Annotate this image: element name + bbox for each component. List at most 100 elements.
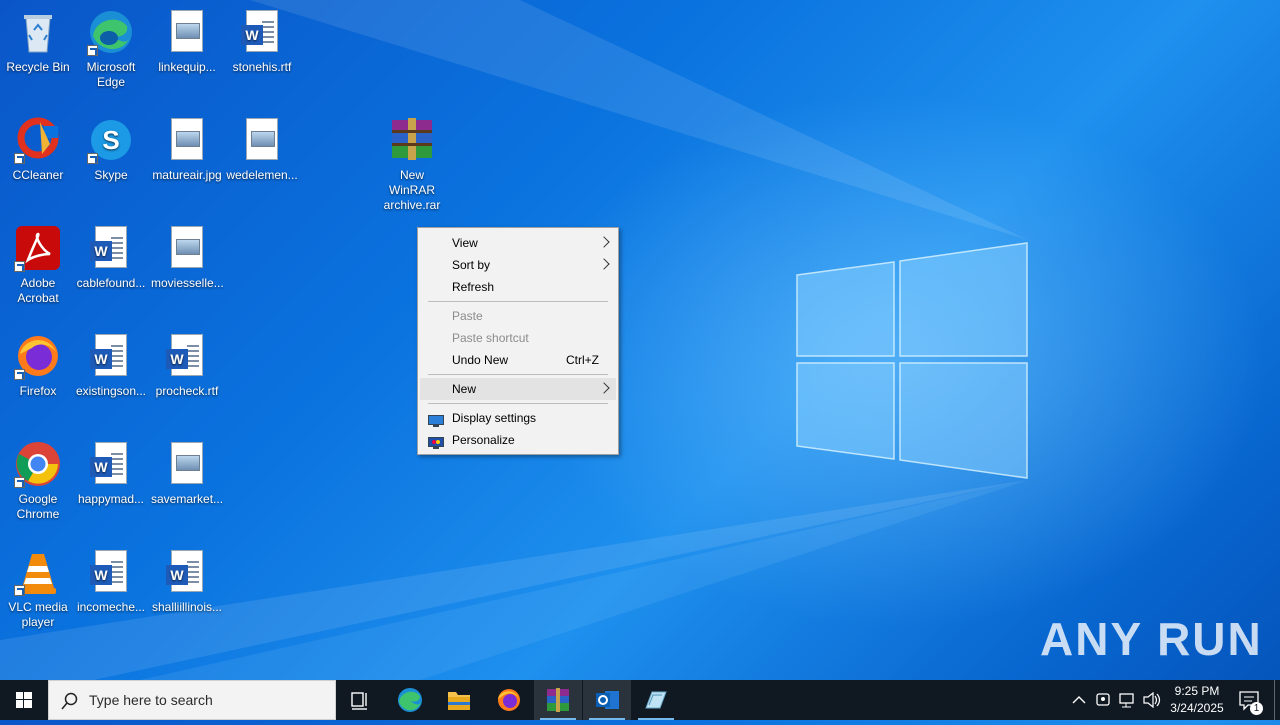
acrobat-icon bbox=[14, 224, 62, 272]
search-placeholder: Type here to search bbox=[89, 692, 213, 708]
desktop[interactable]: Recycle Bin CCleaner Adobe Acrobat Firef… bbox=[0, 0, 1280, 680]
start-button[interactable] bbox=[0, 680, 48, 720]
tray-app-button[interactable] bbox=[1092, 680, 1114, 720]
show-hidden-icons-button[interactable] bbox=[1068, 680, 1090, 720]
menu-item-undo-new[interactable]: Undo New Ctrl+Z bbox=[420, 349, 616, 371]
shortcut-arrow-icon bbox=[87, 45, 98, 56]
menu-item-sort-by[interactable]: Sort by bbox=[420, 254, 616, 276]
taskbar-firefox[interactable] bbox=[485, 680, 533, 720]
icon-label: linkequip... bbox=[158, 60, 216, 74]
taskbar-edge[interactable] bbox=[386, 680, 434, 720]
desktop-icon-adobe-acrobat[interactable]: Adobe Acrobat bbox=[0, 224, 76, 306]
desktop-icon-recycle-bin[interactable]: Recycle Bin bbox=[0, 8, 76, 75]
image-file-icon bbox=[163, 8, 211, 56]
desktop-icon-microsoft-edge[interactable]: Microsoft Edge bbox=[73, 8, 149, 90]
chevron-right-icon bbox=[598, 236, 610, 248]
network-icon bbox=[1119, 693, 1134, 708]
taskbar: Type here to search 9:25 PM 3/24/2025 1 bbox=[0, 680, 1280, 720]
desktop-icon-happymad[interactable]: W happymad... bbox=[73, 440, 149, 507]
volume-button[interactable] bbox=[1140, 680, 1162, 720]
vlc-icon bbox=[14, 548, 62, 596]
icon-label: Microsoft Edge bbox=[86, 60, 136, 89]
desktop-icon-ccleaner[interactable]: CCleaner bbox=[0, 116, 76, 183]
menu-separator bbox=[428, 301, 608, 302]
desktop-icon-incomeche[interactable]: W incomeche... bbox=[73, 548, 149, 615]
menu-item-label: Paste shortcut bbox=[452, 331, 529, 345]
taskbar-file-explorer[interactable] bbox=[435, 680, 483, 720]
personalize-icon bbox=[428, 434, 444, 449]
desktop-icon-savemarket[interactable]: savemarket... bbox=[149, 440, 225, 507]
word-document-icon: W bbox=[87, 332, 135, 380]
icon-label: stonehis.rtf bbox=[232, 60, 292, 74]
menu-item-paste: Paste bbox=[420, 305, 616, 327]
icon-label: wedelemen... bbox=[226, 168, 298, 182]
desktop-icon-procheck[interactable]: W procheck.rtf bbox=[149, 332, 225, 399]
shortcut-arrow-icon bbox=[14, 369, 25, 380]
chevron-right-icon bbox=[598, 382, 610, 394]
desktop-icon-skype[interactable]: S Skype bbox=[73, 116, 149, 183]
shortcut-arrow-icon bbox=[87, 153, 98, 164]
icon-label: shalliillinois... bbox=[151, 600, 223, 614]
image-file-icon bbox=[163, 440, 211, 488]
desktop-icon-wedelemen[interactable]: wedelemen... bbox=[224, 116, 300, 183]
ccleaner-icon bbox=[14, 116, 62, 164]
show-desktop-button[interactable] bbox=[1274, 680, 1280, 720]
menu-item-view[interactable]: View bbox=[420, 232, 616, 254]
taskbar-search-box[interactable]: Type here to search bbox=[48, 680, 336, 720]
taskbar-app[interactable] bbox=[632, 680, 680, 720]
menu-item-personalize[interactable]: Personalize bbox=[420, 429, 616, 451]
notification-icon bbox=[1239, 691, 1259, 711]
taskbar-winrar[interactable] bbox=[534, 680, 582, 720]
task-view-button[interactable] bbox=[336, 680, 384, 720]
icon-label: Adobe Acrobat bbox=[17, 276, 59, 305]
desktop-icon-firefox[interactable]: Firefox bbox=[0, 332, 76, 399]
shortcut-arrow-icon bbox=[14, 153, 25, 164]
word-document-icon: W bbox=[87, 224, 135, 272]
image-file-icon bbox=[238, 116, 286, 164]
winrar-icon bbox=[547, 688, 569, 712]
clock-time: 9:25 PM bbox=[1174, 684, 1220, 698]
svg-text:S: S bbox=[102, 125, 119, 155]
icon-label: happymad... bbox=[77, 492, 145, 506]
icon-label: Firefox bbox=[19, 384, 57, 398]
firefox-icon bbox=[498, 689, 520, 711]
windows-start-icon bbox=[16, 692, 32, 708]
desktop-icon-winrar-archive[interactable]: New WinRAR archive.rar bbox=[374, 116, 450, 213]
menu-item-shortcut: Ctrl+Z bbox=[566, 353, 599, 367]
desktop-icon-moviesselle[interactable]: moviesselle... bbox=[149, 224, 225, 291]
desktop-context-menu: View Sort by Refresh Paste Paste shortcu… bbox=[417, 227, 619, 455]
icon-label: New WinRAR archive.rar bbox=[383, 168, 441, 212]
desktop-icon-stonehis[interactable]: W stonehis.rtf bbox=[224, 8, 300, 75]
icon-label: existingson... bbox=[75, 384, 147, 398]
desktop-icon-existingson[interactable]: W existingson... bbox=[73, 332, 149, 399]
icon-label: Google Chrome bbox=[16, 492, 60, 521]
icon-label: matureair.jpg bbox=[152, 168, 222, 182]
desktop-icon-shalliillinois[interactable]: W shalliillinois... bbox=[149, 548, 225, 615]
menu-item-label: View bbox=[452, 236, 478, 250]
edge-icon bbox=[87, 8, 135, 56]
word-document-icon: W bbox=[87, 440, 135, 488]
menu-item-label: Display settings bbox=[452, 411, 537, 425]
chevron-right-icon bbox=[598, 258, 610, 270]
desktop-icon-vlc[interactable]: VLC media player bbox=[0, 548, 76, 630]
clock-date: 3/24/2025 bbox=[1170, 701, 1224, 715]
menu-item-refresh[interactable]: Refresh bbox=[420, 276, 616, 298]
clock[interactable]: 9:25 PM 3/24/2025 bbox=[1166, 680, 1228, 720]
menu-item-display-settings[interactable]: Display settings bbox=[420, 407, 616, 429]
action-center-button[interactable]: 1 bbox=[1232, 680, 1268, 720]
desktop-icon-cablefound[interactable]: W cablefound... bbox=[73, 224, 149, 291]
search-icon bbox=[61, 692, 78, 710]
desktop-icon-matureair[interactable]: matureair.jpg bbox=[149, 116, 225, 183]
icon-label: CCleaner bbox=[12, 168, 64, 182]
desktop-icon-linkequip[interactable]: linkequip... bbox=[149, 8, 225, 75]
menu-item-label: Undo New bbox=[452, 353, 509, 367]
firefox-icon bbox=[14, 332, 62, 380]
network-button[interactable] bbox=[1116, 680, 1138, 720]
menu-item-new[interactable]: New bbox=[420, 378, 616, 400]
taskbar-outlook[interactable] bbox=[583, 680, 631, 720]
shortcut-arrow-icon bbox=[14, 261, 25, 272]
notification-count-badge: 1 bbox=[1250, 702, 1263, 715]
shortcut-arrow-icon bbox=[14, 477, 25, 488]
desktop-icon-google-chrome[interactable]: Google Chrome bbox=[0, 440, 76, 522]
winrar-archive-icon bbox=[388, 116, 436, 164]
